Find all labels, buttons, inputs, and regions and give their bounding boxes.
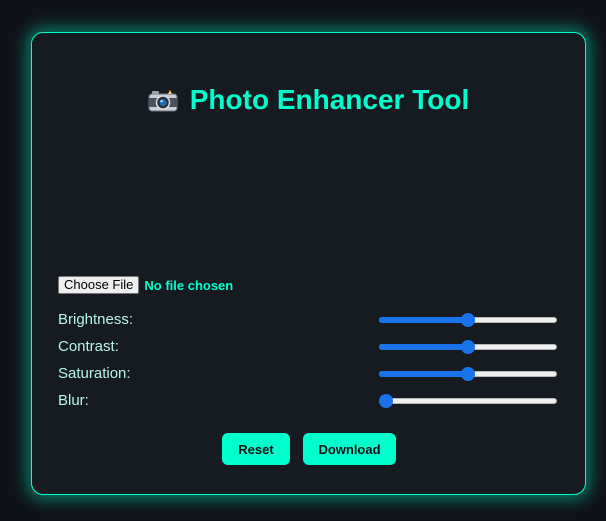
saturation-slider[interactable] <box>379 367 557 381</box>
brightness-control: Brightness: <box>58 311 558 329</box>
file-status: No file chosen <box>144 277 234 293</box>
blur-control: Blur: <box>58 392 558 410</box>
reset-button[interactable]: Reset <box>222 433 290 465</box>
slider-thumb[interactable] <box>461 313 475 327</box>
page-title-text: Photo Enhancer Tool <box>189 84 470 115</box>
slider-thumb[interactable] <box>379 394 393 408</box>
slider-fill <box>379 344 468 350</box>
saturation-control: Saturation: <box>58 365 558 383</box>
slider-fill <box>379 371 468 377</box>
slider-fill <box>379 317 468 323</box>
file-input[interactable]: Choose File No file chosen <box>58 276 233 294</box>
choose-file-button[interactable]: Choose File <box>58 276 140 294</box>
camera-icon <box>148 86 178 120</box>
contrast-slider[interactable] <box>379 340 557 354</box>
page-title: Photo Enhancer Tool <box>32 83 585 120</box>
brightness-label: Brightness: <box>58 311 134 328</box>
slider-thumb[interactable] <box>461 367 475 381</box>
saturation-label: Saturation: <box>58 365 131 382</box>
contrast-label: Contrast: <box>58 338 119 355</box>
contrast-control: Contrast: <box>58 338 558 356</box>
slider-thumb[interactable] <box>461 340 475 354</box>
enhancer-card: Photo Enhancer Tool Choose File No file … <box>31 32 586 495</box>
blur-slider[interactable] <box>379 394 557 408</box>
download-button[interactable]: Download <box>303 433 396 465</box>
brightness-slider[interactable] <box>379 313 557 327</box>
blur-label: Blur: <box>58 392 89 409</box>
slider-track <box>379 398 557 404</box>
